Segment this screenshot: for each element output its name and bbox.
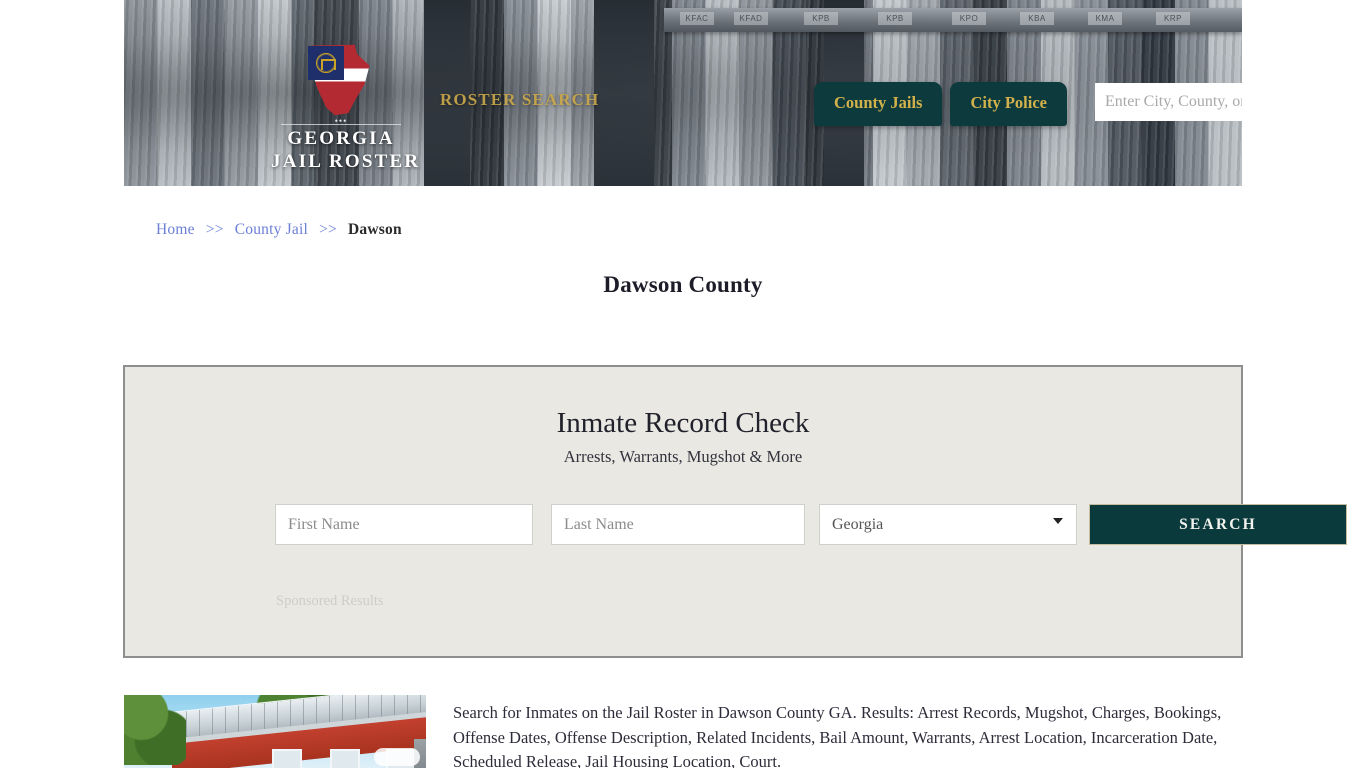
logo-text-line1: GEORGIA (287, 128, 395, 149)
panel-subheading: Arrests, Warrants, Mugshot & More (563, 447, 803, 466)
header-nav: County Jails City Police (814, 82, 1067, 126)
site-logo[interactable]: GEORGIA JAIL ROSTER (271, 44, 421, 173)
breadcrumb-separator-2: >> (319, 221, 337, 238)
breadcrumb-separator-1: >> (205, 221, 224, 238)
georgia-state-icon (302, 44, 380, 118)
nav-county-jails-button[interactable]: County Jails (814, 82, 943, 126)
state-select[interactable]: Georgia (819, 504, 1077, 545)
first-name-input[interactable] (275, 504, 533, 545)
breadcrumb-county-jail-link[interactable]: County Jail (235, 221, 308, 238)
content-section: Search for Inmates on the Jail Roster in… (124, 695, 1244, 768)
content-paragraph: Search for Inmates on the Jail Roster in… (453, 703, 1222, 768)
hero-banner: KFAC KFAD KPB KPB KPO KBA KMA KRP GEORGI… (124, 0, 1242, 186)
page-root: KFAC KFAD KPB KPB KPO KBA KMA KRP GEORGI… (0, 0, 1366, 768)
courthouse-thumbnail[interactable] (124, 695, 426, 768)
inmate-search-form: Georgia SEARCH (275, 504, 1347, 545)
last-name-input[interactable] (551, 504, 805, 545)
state-select-wrapper: Georgia (819, 504, 1077, 545)
inmate-record-check-panel: Inmate Record Check Arrests, Warrants, M… (123, 365, 1347, 658)
header-search (1095, 83, 1242, 121)
inmate-search-button[interactable]: SEARCH (1089, 504, 1347, 545)
breadcrumb-current: Dawson (348, 221, 402, 238)
panel-heading: Inmate Record Check (556, 407, 810, 439)
page-title: Dawson County (603, 272, 763, 297)
logo-text-line2: JAIL ROSTER (271, 151, 421, 173)
sponsored-results-label: Sponsored Results (276, 593, 384, 609)
breadcrumb-home-link[interactable]: Home (156, 221, 195, 238)
site-tagline: ROSTER SEARCH (440, 90, 600, 109)
breadcrumb: Home >> County Jail >> Dawson (156, 221, 402, 239)
header-search-input[interactable] (1095, 83, 1242, 121)
logo-divider (281, 124, 401, 125)
nav-city-police-button[interactable]: City Police (950, 82, 1067, 126)
